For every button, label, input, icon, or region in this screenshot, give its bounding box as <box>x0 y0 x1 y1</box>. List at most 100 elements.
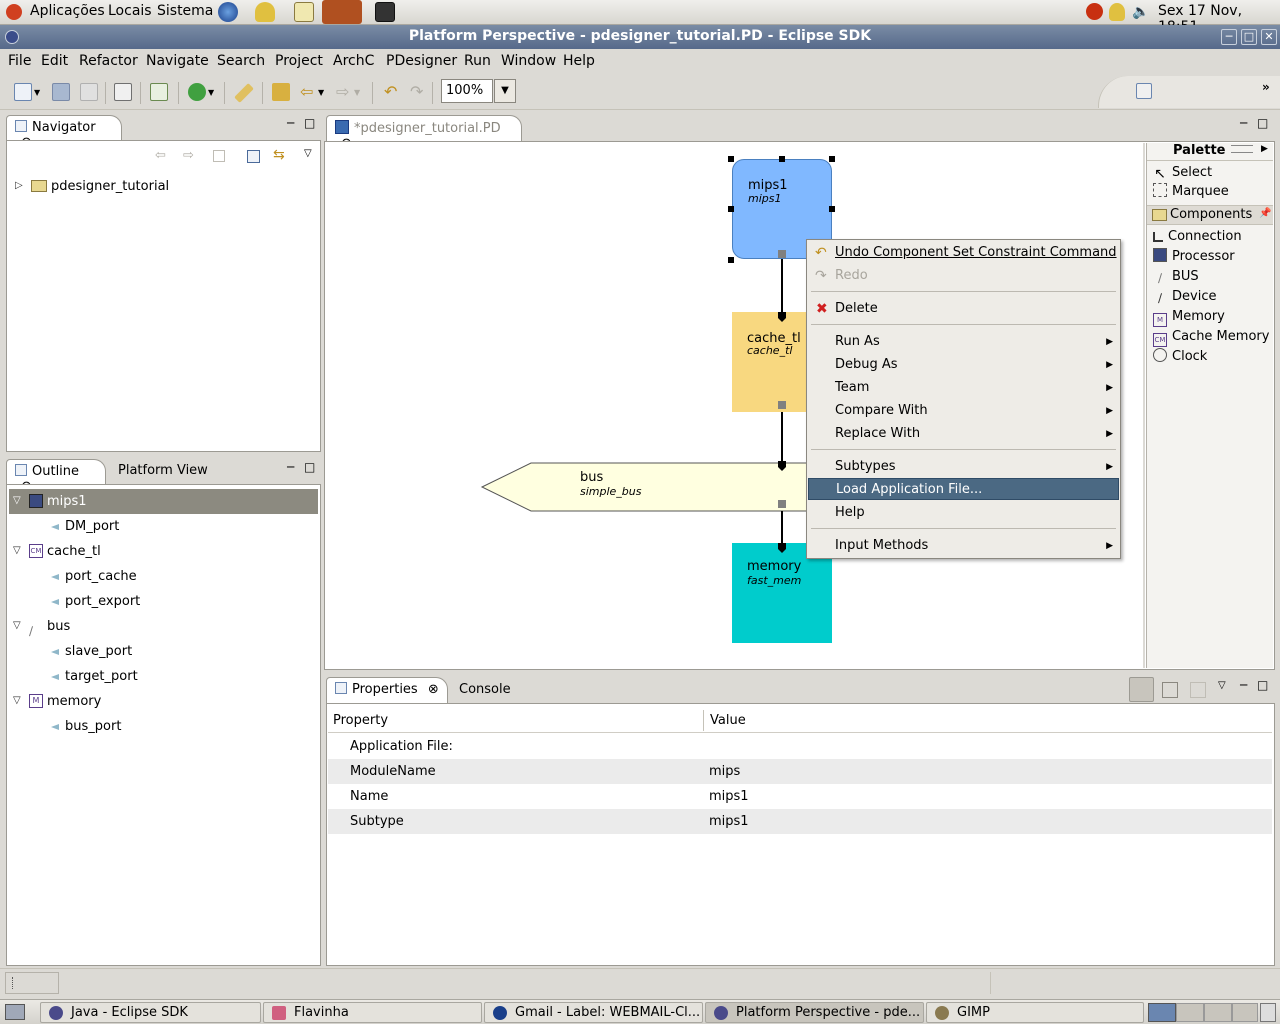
connection-line[interactable] <box>781 259 783 315</box>
workspace-3[interactable] <box>1204 1003 1232 1022</box>
workspace-2[interactable] <box>1176 1003 1204 1022</box>
menu-load-application-file[interactable]: Load Application File... <box>808 478 1119 500</box>
menu-locais[interactable]: Locais <box>108 3 152 19</box>
selection-handle[interactable] <box>728 206 734 212</box>
menu-navigate[interactable]: Navigate <box>146 53 209 69</box>
minimize-navigator-icon[interactable]: ─ <box>287 116 294 130</box>
column-header-value[interactable]: Value <box>710 713 746 728</box>
maximize-editor-icon[interactable]: □ <box>1257 116 1268 130</box>
window-titlebar[interactable]: Platform Perspective - pdesigner_tutoria… <box>0 25 1280 49</box>
terminal-launcher-icon[interactable] <box>375 2 395 22</box>
collapse-icon[interactable]: ▽ <box>13 496 23 506</box>
menu-project[interactable]: Project <box>275 53 323 69</box>
menu-replace-with[interactable]: Replace With ▶ <box>808 423 1119 445</box>
dm-port-marker[interactable] <box>778 250 786 258</box>
palette-drawer-components[interactable]: Components 📌 <box>1147 205 1273 225</box>
property-row[interactable]: ModuleName mips <box>328 759 1272 784</box>
column-header-property[interactable]: Property <box>333 713 388 728</box>
back-icon[interactable]: ⇦ <box>300 82 313 101</box>
menu-file[interactable]: File <box>8 53 31 69</box>
menu-refactor[interactable]: Refactor <box>79 53 138 69</box>
back-dropdown-icon[interactable]: ▼ <box>318 88 324 97</box>
selection-handle[interactable] <box>829 206 835 212</box>
redo-icon[interactable]: ↷ <box>410 82 423 101</box>
collapse-all-icon[interactable] <box>247 150 260 163</box>
palette-item-device[interactable]: ∕ Device <box>1153 287 1217 307</box>
task-gimp[interactable]: GIMP <box>926 1002 1144 1023</box>
task-platform-perspective[interactable]: Platform Perspective - pde... <box>705 1002 924 1023</box>
menu-help[interactable]: Help <box>808 502 1119 524</box>
property-value[interactable]: mips <box>709 759 740 784</box>
menu-pdesigner[interactable]: PDesigner <box>386 53 457 69</box>
maximize-navigator-icon[interactable]: □ <box>304 116 315 130</box>
build-icon[interactable] <box>114 83 132 101</box>
property-value[interactable]: mips1 <box>709 784 749 809</box>
connection-line[interactable] <box>781 511 783 546</box>
pin-drawer-icon[interactable]: 📌 <box>1259 208 1271 219</box>
port-export-marker[interactable] <box>778 401 786 409</box>
minimize-editor-icon[interactable]: ─ <box>1240 116 1247 130</box>
show-desktop-icon[interactable] <box>5 1004 25 1020</box>
menu-delete[interactable]: ✖ Delete <box>808 298 1119 320</box>
run-dropdown-icon[interactable]: ▼ <box>208 88 214 97</box>
tab-properties[interactable]: Properties ⊗ <box>326 677 448 704</box>
trash-icon[interactable] <box>1260 1003 1276 1022</box>
selection-handle[interactable] <box>728 257 734 263</box>
menu-run-as[interactable]: Run As ▶ <box>808 331 1119 353</box>
tab-navigator[interactable]: Navigator ⊗ <box>6 115 122 150</box>
last-edit-icon[interactable] <box>272 83 290 101</box>
view-menu-icon[interactable]: ▽ <box>304 148 312 159</box>
volume-icon[interactable]: 🔈 <box>1132 4 1149 20</box>
palette-header[interactable]: Palette ▶ <box>1147 143 1273 161</box>
messenger-launcher-icon[interactable] <box>255 2 275 22</box>
task-java-eclipse[interactable]: Java - Eclipse SDK <box>40 1002 261 1023</box>
property-row[interactable]: Name mips1 <box>328 784 1272 809</box>
menu-archc[interactable]: ArchC <box>333 53 374 69</box>
browser-launcher-icon[interactable] <box>218 2 238 22</box>
palette-item-processor[interactable]: Processor <box>1153 247 1235 267</box>
outline-item-mips1[interactable]: ▽ mips1 <box>9 489 318 514</box>
workspace-4[interactable] <box>1232 1003 1258 1022</box>
run-icon[interactable] <box>188 83 206 101</box>
toolbar-overflow-icon[interactable]: » <box>1262 80 1270 94</box>
forward-icon[interactable]: ⇨ <box>336 82 349 101</box>
print-icon[interactable] <box>80 83 98 101</box>
workspace-1[interactable] <box>1148 1003 1176 1022</box>
menu-debug-as[interactable]: Debug As ▶ <box>808 354 1119 376</box>
forward-dropdown-icon[interactable]: ▼ <box>354 88 360 97</box>
maximize-properties-icon[interactable]: □ <box>1257 678 1268 692</box>
menu-input-methods[interactable]: Input Methods ▶ <box>808 535 1119 557</box>
menu-compare-with[interactable]: Compare With ▶ <box>808 400 1119 422</box>
minimize-properties-icon[interactable]: ─ <box>1240 678 1247 692</box>
property-row[interactable]: Application File: <box>328 734 1272 759</box>
gnome-foot-icon[interactable] <box>6 4 22 20</box>
properties-view-menu-icon[interactable]: ▽ <box>1218 680 1226 691</box>
menu-subtypes[interactable]: Subtypes ▶ <box>808 456 1119 478</box>
palette-item-bus[interactable]: ∕ BUS <box>1153 267 1199 287</box>
task-gmail[interactable]: Gmail - Label: WEBMAIL-Cl... <box>484 1002 703 1023</box>
property-value[interactable]: mips1 <box>709 809 749 834</box>
app-launcher-icon[interactable] <box>322 0 362 24</box>
new-wizard-icon[interactable] <box>14 83 32 101</box>
menu-window[interactable]: Window <box>501 53 556 69</box>
tab-console[interactable]: Console <box>459 682 511 697</box>
nav-back-icon[interactable]: ⇦ <box>155 148 166 163</box>
palette-tool-select[interactable]: ↖ Select <box>1153 163 1212 183</box>
save-icon[interactable] <box>52 83 70 101</box>
status-fast-view-bar[interactable] <box>5 972 59 994</box>
palette-grip-icon[interactable] <box>1231 145 1253 153</box>
selection-handle[interactable] <box>779 156 785 162</box>
minimize-window-button[interactable]: ─ <box>1221 29 1237 45</box>
zoom-dropdown-icon[interactable]: ▼ <box>494 79 516 103</box>
property-row[interactable]: Subtype mips1 <box>328 809 1272 834</box>
task-flavinha[interactable]: Flavinha <box>263 1002 482 1023</box>
undo-icon[interactable]: ↶ <box>384 82 397 101</box>
nav-up-icon[interactable] <box>213 150 225 162</box>
collapse-icon[interactable]: ▽ <box>13 696 23 706</box>
connection-line[interactable] <box>781 412 783 464</box>
editor-launcher-icon[interactable] <box>294 2 314 22</box>
selection-handle[interactable] <box>728 156 734 162</box>
maximize-window-button[interactable]: □ <box>1241 29 1257 45</box>
update-notifier-icon[interactable] <box>1086 3 1103 20</box>
pin-icon[interactable] <box>234 83 254 103</box>
